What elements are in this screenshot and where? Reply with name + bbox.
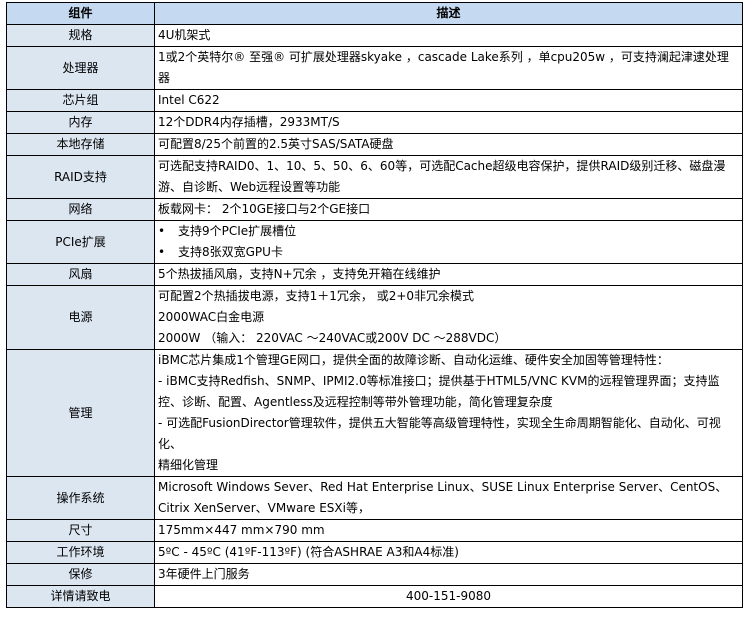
row-value: 12个DDR4内存插槽，2933MT/S [154,111,743,134]
row-label: 操作系统 [6,476,155,520]
row-label: 风扇 [6,263,155,286]
spec-table: 组件 描述 规格 4U机架式 处理器 1或2个英特尔® 至强® 可扩展处理器sk… [6,2,743,608]
row-label: 工作环境 [6,541,155,564]
text-line: 可配置2个热插拔电源，支持1＋1冗余， 或2+0非冗余模式 [158,289,475,303]
row-label: 处理器 [6,46,155,90]
row-label: 内存 [6,111,155,134]
row-value: 3年硬件上门服务 [154,563,743,586]
table-row: 规格 4U机架式 [6,24,743,47]
row-value: 175mm×447 mm×790 mm [154,519,743,542]
row-label: RAID支持 [6,155,155,199]
row-value: iBMC芯片集成1个管理GE网口，提供全面的故障诊断、自动化运维、硬件安全加固等… [154,349,743,477]
row-label: 保修 [6,563,155,586]
table-row: 电源 可配置2个热插拔电源，支持1＋1冗余， 或2+0非冗余模式 2000WAC… [6,285,743,350]
table-row: 详情请致电 400-151-9080 [6,585,743,608]
row-value: 4U机架式 [154,24,743,47]
bullet-list: 支持9个PCIe扩展槽位 支持8张双宽GPU卡 [158,221,739,263]
row-value: 5ºC - 45ºC (41ºF-113ºF) (符合ASHRAE A3和A4标… [154,541,743,564]
table-row: RAID支持 可选配支持RAID0、1、10、5、50、6、60等，可选配Cac… [6,155,743,199]
row-label: 芯片组 [6,89,155,112]
text-line: 精细化管理 [158,458,219,472]
table-row: 本地存储 可配置8/25个前置的2.5英寸SAS/SATA硬盘 [6,133,743,156]
table-row: 尺寸 175mm×447 mm×790 mm [6,519,743,542]
row-value: Intel C622 [154,89,743,112]
row-label: 规格 [6,24,155,47]
table-row: PCIe扩展 支持9个PCIe扩展槽位 支持8张双宽GPU卡 [6,220,743,264]
row-value: Microsoft Windows Sever、Red Hat Enterpri… [154,476,743,520]
row-label: 详情请致电 [6,585,155,608]
row-value: 可配置2个热插拔电源，支持1＋1冗余， 或2+0非冗余模式 2000WAC白金电… [154,285,743,350]
row-value: 1或2个英特尔® 至强® 可扩展处理器skyake ，cascade Lake系… [154,46,743,90]
table-row: 管理 iBMC芯片集成1个管理GE网口，提供全面的故障诊断、自动化运维、硬件安全… [6,349,743,477]
spec-table-container: 组件 描述 规格 4U机架式 处理器 1或2个英特尔® 至强® 可扩展处理器sk… [6,2,743,608]
row-value: 支持9个PCIe扩展槽位 支持8张双宽GPU卡 [154,220,743,264]
row-label: 尺寸 [6,519,155,542]
list-item: 支持9个PCIe扩展槽位 [158,221,739,242]
row-label: PCIe扩展 [6,220,155,264]
table-row: 芯片组 Intel C622 [6,89,743,112]
row-label: 电源 [6,285,155,350]
table-row: 风扇 5个热拔插风扇，支持N+冗余 ，支持免开箱在线维护 [6,263,743,286]
row-label: 本地存储 [6,133,155,156]
text-line: 2000W （输入： 220VAC ～240VAC或200V DC ～288VD… [158,331,507,345]
row-label: 网络 [6,198,155,221]
row-value: 可配置8/25个前置的2.5英寸SAS/SATA硬盘 [154,133,743,156]
text-line: iBMC芯片集成1个管理GE网口，提供全面的故障诊断、自动化运维、硬件安全加固等… [158,353,669,367]
phone-number: 400-151-9080 [154,585,743,608]
table-row: 操作系统 Microsoft Windows Sever、Red Hat Ent… [6,476,743,520]
table-row: 内存 12个DDR4内存插槽，2933MT/S [6,111,743,134]
row-label: 管理 [6,349,155,477]
list-item: 支持8张双宽GPU卡 [158,242,739,263]
table-row: 网络 板载网卡： 2个10GE接口与2个GE接口 [6,198,743,221]
table-header-row: 组件 描述 [6,2,743,25]
table-row: 处理器 1或2个英特尔® 至强® 可扩展处理器skyake ，cascade L… [6,46,743,90]
table-row: 工作环境 5ºC - 45ºC (41ºF-113ºF) (符合ASHRAE A… [6,541,743,564]
row-value: 5个热拔插风扇，支持N+冗余 ，支持免开箱在线维护 [154,263,743,286]
header-component: 组件 [6,2,155,25]
row-value: 可选配支持RAID0、1、10、5、50、6、60等，可选配Cache超级电容保… [154,155,743,199]
table-row: 保修 3年硬件上门服务 [6,563,743,586]
text-line: - 可选配FusionDirector管理软件，提供五大智能等高级管理特性，实现… [158,416,721,451]
text-line: - iBMC支持Redfish、SNMP、IPMI2.0等标准接口；提供基于HT… [158,374,720,409]
text-line: 2000WAC白金电源 [158,310,265,324]
row-value: 板载网卡： 2个10GE接口与2个GE接口 [154,198,743,221]
header-description: 描述 [154,2,743,25]
